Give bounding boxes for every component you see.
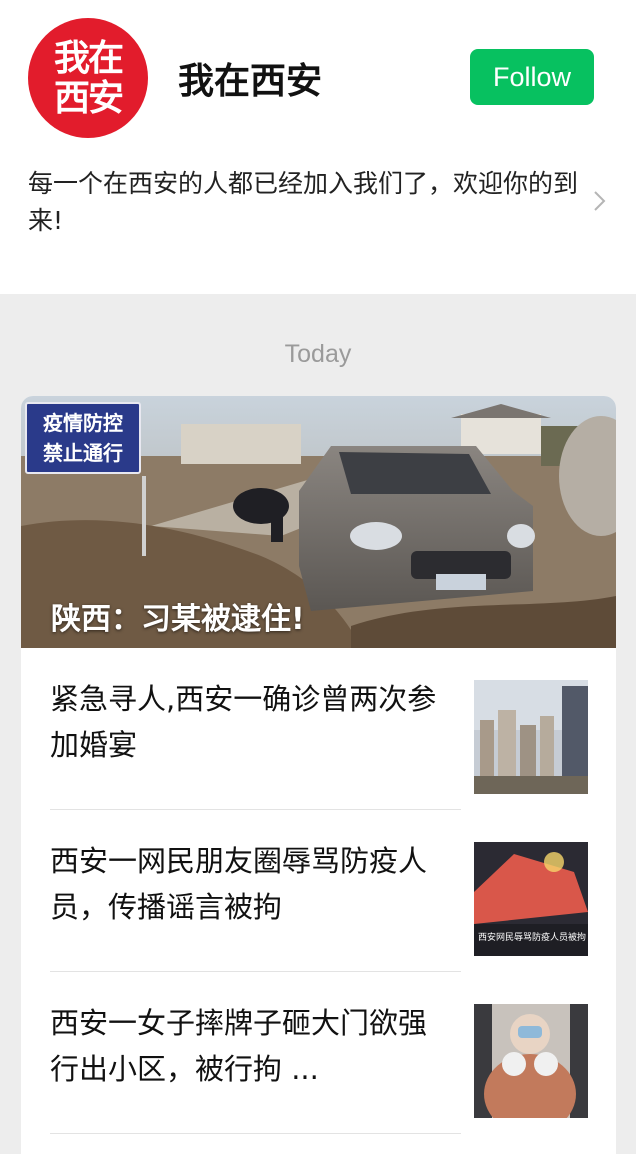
follow-button[interactable]: Follow (470, 49, 594, 105)
avatar[interactable]: 我在 西安 (28, 18, 148, 138)
thumb-caption: 西安网民辱骂防疫人员被拘 (478, 931, 586, 943)
account-header: 我在 西安 我在西安 Follow 每一个在西安的人都已经加入我们了，欢迎你的到… (0, 0, 636, 294)
article-thumbnail: 西安网民辱骂防疫人员被拘 (474, 842, 588, 956)
hero-sign-line2: 禁止通行 (43, 441, 123, 465)
date-label: Today (284, 340, 352, 368)
article-title: 西安一网民朋友圈辱骂防疫人员，传播谣言被拘 (50, 844, 428, 924)
divider (50, 1133, 461, 1134)
list-item[interactable]: 西安一网民朋友圈辱骂防疫人员，传播谣言被拘 西安网民辱骂防疫人员被拘 (21, 810, 616, 972)
chevron-right-icon[interactable] (590, 186, 610, 216)
list-item[interactable]: 紧急寻人,西安一确诊曾两次参加婚宴 (21, 648, 616, 810)
account-name[interactable]: 我在西安 (178, 52, 322, 104)
article-thumbnail (474, 680, 588, 794)
article-title: 紧急寻人,西安一确诊曾两次参加婚宴 (50, 682, 437, 762)
article-thumbnail (474, 1004, 588, 1118)
article-list: 疫情防控 禁止通行 陕西：习某被逮住! 紧急寻人,西安一确诊曾两次参加婚宴 西安… (21, 396, 616, 1154)
hero-sign-line1: 疫情防控 (43, 411, 123, 435)
account-description[interactable]: 每一个在西安的人都已经加入我们了，欢迎你的到来! (28, 165, 588, 239)
hero-title: 陕西：习某被逮住! (51, 602, 305, 637)
hero-article[interactable]: 疫情防控 禁止通行 陕西：习某被逮住! (21, 396, 616, 648)
list-item[interactable]: 西安一女子摔牌子砸大门欲强行出小区，被行拘 ... (21, 972, 616, 1134)
avatar-text-line1: 我在 (53, 37, 124, 79)
article-title: 西安一女子摔牌子砸大门欲强行出小区，被行拘 ... (50, 1006, 428, 1086)
avatar-text-line2: 西安 (53, 77, 124, 119)
hero-sign: 疫情防控 禁止通行 (25, 402, 141, 474)
